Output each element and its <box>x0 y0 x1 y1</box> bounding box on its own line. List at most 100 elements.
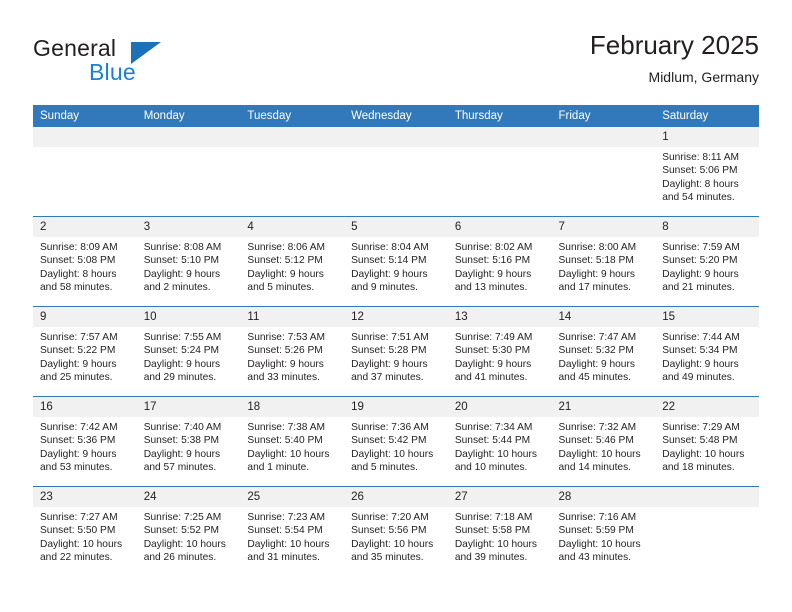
day-number: 14 <box>551 307 656 327</box>
day-cell[interactable]: 28 Sunrise: 7:16 AM Sunset: 5:59 PM Dayl… <box>551 486 656 576</box>
day-cell[interactable]: 1 Sunrise: 8:11 AM Sunset: 5:06 PM Dayli… <box>655 127 759 217</box>
daylight-text: Daylight: 9 hours and 25 minutes. <box>40 358 117 384</box>
day-details: Sunrise: 7:38 AM Sunset: 5:40 PM Dayligh… <box>240 417 344 475</box>
weekday-header-friday: Friday <box>551 105 656 127</box>
day-details: Sunrise: 7:36 AM Sunset: 5:42 PM Dayligh… <box>344 417 448 475</box>
day-cell[interactable]: 14 Sunrise: 7:47 AM Sunset: 5:32 PM Dayl… <box>551 306 656 397</box>
day-details: Sunrise: 8:08 AM Sunset: 5:10 PM Dayligh… <box>137 237 241 295</box>
sunset-text: Sunset: 5:32 PM <box>558 345 634 357</box>
day-cell[interactable] <box>33 127 137 217</box>
daylight-text: Daylight: 9 hours and 21 minutes. <box>662 268 739 294</box>
day-number: 25 <box>240 487 345 507</box>
day-cell[interactable]: 3 Sunrise: 8:08 AM Sunset: 5:10 PM Dayli… <box>136 216 241 307</box>
day-number: 13 <box>447 307 552 327</box>
day-number: 26 <box>344 487 448 507</box>
day-cell[interactable]: 7 Sunrise: 8:00 AM Sunset: 5:18 PM Dayli… <box>551 216 656 307</box>
day-cell[interactable] <box>447 127 552 217</box>
day-cell[interactable] <box>136 127 241 217</box>
page-header: General Blue February 2025 Midlum, Germa… <box>33 30 759 98</box>
sunset-text: Sunset: 5:10 PM <box>143 255 220 267</box>
day-cell[interactable]: 26 Sunrise: 7:20 AM Sunset: 5:56 PM Dayl… <box>344 486 448 576</box>
day-cell[interactable]: 8 Sunrise: 7:59 AM Sunset: 5:20 PM Dayli… <box>655 216 759 307</box>
day-details: Sunrise: 7:23 AM Sunset: 5:54 PM Dayligh… <box>240 507 344 565</box>
day-number: 23 <box>33 487 137 507</box>
day-cell[interactable] <box>551 127 656 217</box>
sunrise-text: Sunrise: 8:02 AM <box>454 242 533 253</box>
sunrise-text: Sunrise: 8:04 AM <box>351 242 429 253</box>
day-number <box>655 487 759 507</box>
day-cell[interactable]: 25 Sunrise: 7:23 AM Sunset: 5:54 PM Dayl… <box>240 486 345 576</box>
day-cell[interactable]: 19 Sunrise: 7:36 AM Sunset: 5:42 PM Dayl… <box>344 396 448 487</box>
sunrise-text: Sunrise: 7:40 AM <box>143 422 222 433</box>
day-cell[interactable]: 18 Sunrise: 7:38 AM Sunset: 5:40 PM Dayl… <box>240 396 345 487</box>
sunset-text: Sunset: 5:58 PM <box>454 525 531 537</box>
sunset-text: Sunset: 5:59 PM <box>558 525 634 537</box>
day-number: 2 <box>33 217 137 237</box>
sunrise-text: Sunrise: 7:27 AM <box>40 512 118 523</box>
day-cell[interactable] <box>655 486 759 576</box>
sunset-text: Sunset: 5:18 PM <box>558 255 634 267</box>
weekday-header-wednesday: Wednesday <box>344 105 448 127</box>
sunset-text: Sunset: 5:48 PM <box>662 435 738 447</box>
day-cell[interactable]: 13 Sunrise: 7:49 AM Sunset: 5:30 PM Dayl… <box>447 306 552 397</box>
sunset-text: Sunset: 5:56 PM <box>351 525 427 537</box>
day-cell[interactable]: 12 Sunrise: 7:51 AM Sunset: 5:28 PM Dayl… <box>344 306 448 397</box>
sunrise-text: Sunrise: 7:34 AM <box>454 422 533 433</box>
day-details: Sunrise: 7:29 AM Sunset: 5:48 PM Dayligh… <box>655 417 759 475</box>
daylight-text: Daylight: 10 hours and 1 minute. <box>247 448 330 474</box>
day-cell[interactable]: 11 Sunrise: 7:53 AM Sunset: 5:26 PM Dayl… <box>240 306 345 397</box>
day-number: 21 <box>551 397 656 417</box>
day-cell[interactable]: 16 Sunrise: 7:42 AM Sunset: 5:36 PM Dayl… <box>33 396 137 487</box>
day-number <box>551 127 656 147</box>
daylight-text: Daylight: 9 hours and 53 minutes. <box>40 448 117 474</box>
day-number: 28 <box>551 487 656 507</box>
day-details: Sunrise: 8:09 AM Sunset: 5:08 PM Dayligh… <box>33 237 137 295</box>
day-cell[interactable]: 22 Sunrise: 7:29 AM Sunset: 5:48 PM Dayl… <box>655 396 759 487</box>
general-blue-logo[interactable]: General Blue <box>33 35 233 91</box>
daylight-text: Daylight: 10 hours and 22 minutes. <box>40 538 123 564</box>
day-details: Sunrise: 7:44 AM Sunset: 5:34 PM Dayligh… <box>655 327 759 385</box>
sunset-text: Sunset: 5:40 PM <box>247 435 323 447</box>
day-number: 12 <box>344 307 448 327</box>
day-cell[interactable]: 10 Sunrise: 7:55 AM Sunset: 5:24 PM Dayl… <box>136 306 241 397</box>
day-details: Sunrise: 7:59 AM Sunset: 5:20 PM Dayligh… <box>655 237 759 295</box>
daylight-text: Daylight: 10 hours and 10 minutes. <box>454 448 537 474</box>
daylight-text: Daylight: 10 hours and 43 minutes. <box>558 538 641 564</box>
sunrise-text: Sunrise: 8:09 AM <box>40 242 118 253</box>
day-cell[interactable]: 20 Sunrise: 7:34 AM Sunset: 5:44 PM Dayl… <box>447 396 552 487</box>
daylight-text: Daylight: 9 hours and 41 minutes. <box>454 358 532 384</box>
sunset-text: Sunset: 5:16 PM <box>454 255 531 267</box>
day-cell[interactable]: 24 Sunrise: 7:25 AM Sunset: 5:52 PM Dayl… <box>136 486 241 576</box>
sunset-text: Sunset: 5:34 PM <box>662 345 738 357</box>
day-cell[interactable]: 27 Sunrise: 7:18 AM Sunset: 5:58 PM Dayl… <box>447 486 552 576</box>
day-details: Sunrise: 8:11 AM Sunset: 5:06 PM Dayligh… <box>655 147 759 205</box>
week-row: 16 Sunrise: 7:42 AM Sunset: 5:36 PM Dayl… <box>33 396 759 487</box>
day-number <box>240 127 345 147</box>
weekday-header-row: Sunday Monday Tuesday Wednesday Thursday… <box>33 105 759 127</box>
day-cell[interactable]: 6 Sunrise: 8:02 AM Sunset: 5:16 PM Dayli… <box>447 216 552 307</box>
day-details: Sunrise: 7:57 AM Sunset: 5:22 PM Dayligh… <box>33 327 137 385</box>
day-details: Sunrise: 7:51 AM Sunset: 5:28 PM Dayligh… <box>344 327 448 385</box>
day-details: Sunrise: 7:27 AM Sunset: 5:50 PM Dayligh… <box>33 507 137 565</box>
day-cell[interactable] <box>240 127 345 217</box>
sunrise-text: Sunrise: 7:36 AM <box>351 422 429 433</box>
day-cell[interactable]: 5 Sunrise: 8:04 AM Sunset: 5:14 PM Dayli… <box>344 216 448 307</box>
day-cell[interactable]: 15 Sunrise: 7:44 AM Sunset: 5:34 PM Dayl… <box>655 306 759 397</box>
sunset-text: Sunset: 5:30 PM <box>454 345 531 357</box>
sunset-text: Sunset: 5:20 PM <box>662 255 738 267</box>
day-cell[interactable]: 9 Sunrise: 7:57 AM Sunset: 5:22 PM Dayli… <box>33 306 137 397</box>
day-cell[interactable]: 23 Sunrise: 7:27 AM Sunset: 5:50 PM Dayl… <box>33 486 137 576</box>
day-number: 8 <box>655 217 759 237</box>
day-cell[interactable] <box>344 127 448 217</box>
day-cell[interactable]: 4 Sunrise: 8:06 AM Sunset: 5:12 PM Dayli… <box>240 216 345 307</box>
day-number: 16 <box>33 397 137 417</box>
day-cell[interactable]: 2 Sunrise: 8:09 AM Sunset: 5:08 PM Dayli… <box>33 216 137 307</box>
day-number: 19 <box>344 397 448 417</box>
sunset-text: Sunset: 5:06 PM <box>662 165 738 177</box>
daylight-text: Daylight: 9 hours and 17 minutes. <box>558 268 635 294</box>
day-cell[interactable]: 17 Sunrise: 7:40 AM Sunset: 5:38 PM Dayl… <box>136 396 241 487</box>
day-cell[interactable]: 21 Sunrise: 7:32 AM Sunset: 5:46 PM Dayl… <box>551 396 656 487</box>
day-number: 27 <box>447 487 552 507</box>
daylight-text: Daylight: 9 hours and 29 minutes. <box>143 358 221 384</box>
sunrise-text: Sunrise: 7:18 AM <box>454 512 533 523</box>
